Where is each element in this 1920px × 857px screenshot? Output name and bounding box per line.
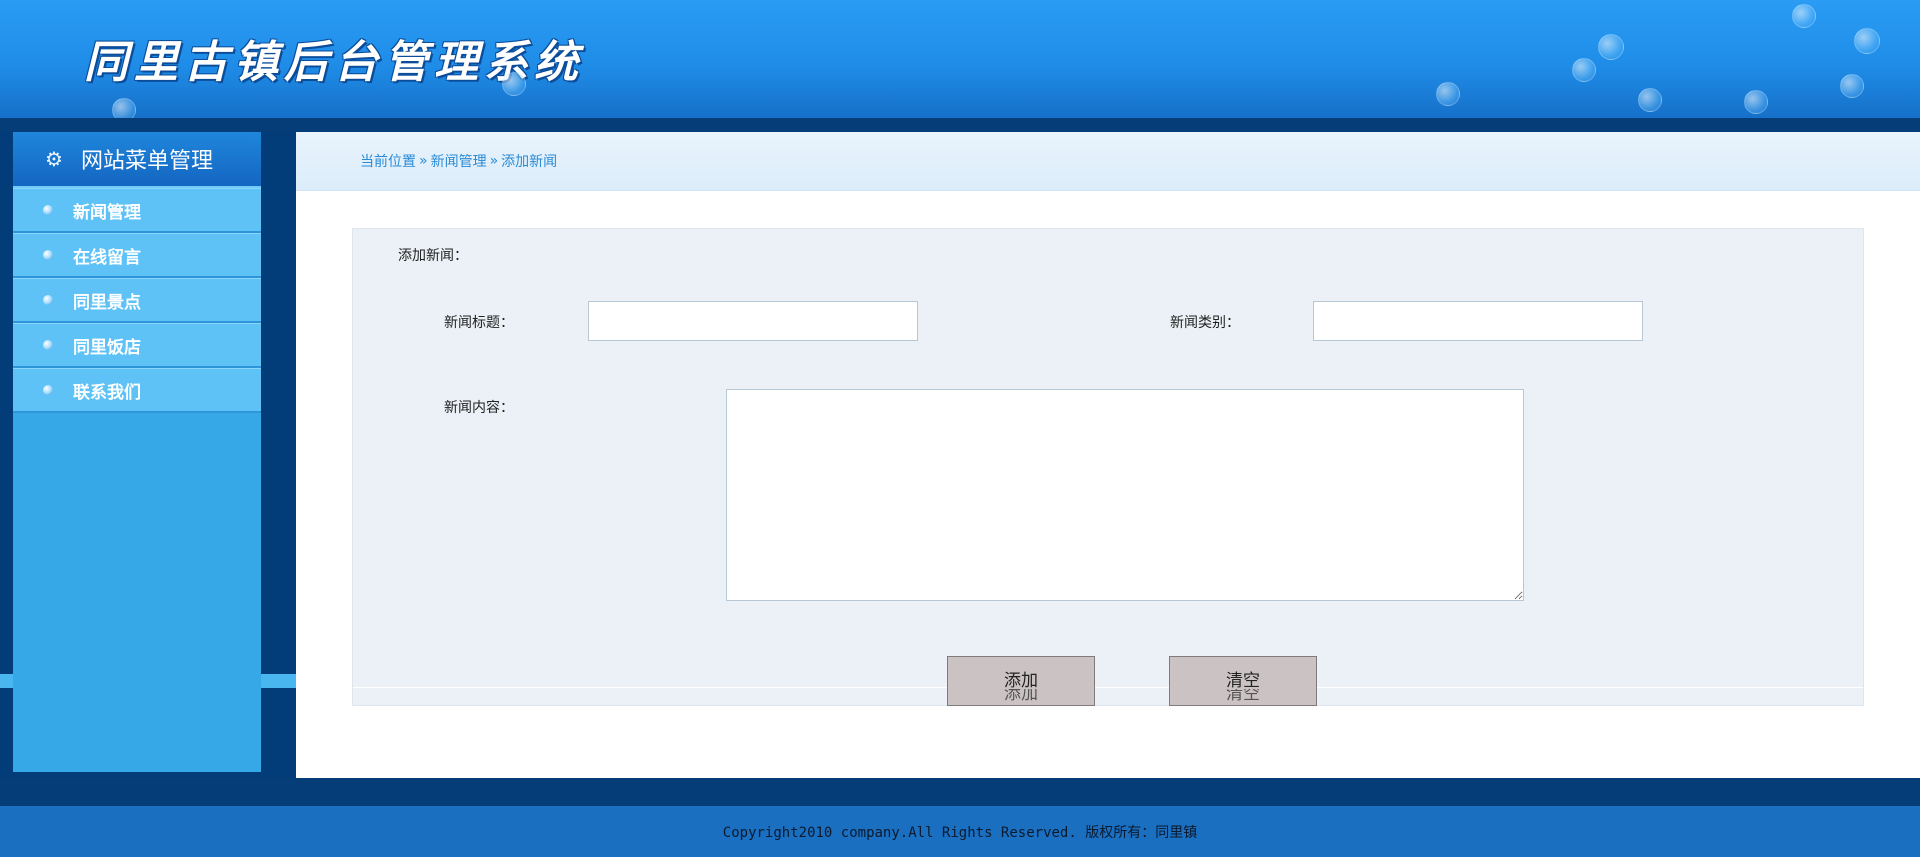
news-content-label: 新闻内容： xyxy=(444,400,514,416)
news-content-textarea[interactable] xyxy=(726,389,1524,601)
sidebar: ⚙ 网站菜单管理 新闻管理 在线留言 同里景点 同里饭店 联系我们 xyxy=(13,132,261,772)
decorative-bubble-icon xyxy=(1572,58,1596,82)
sphere-bullet-icon xyxy=(43,250,53,260)
breadcrumb-link-news-management[interactable]: 新闻管理 xyxy=(431,151,487,171)
sidebar-item-news-management[interactable]: 新闻管理 xyxy=(13,188,261,233)
sphere-bullet-icon xyxy=(43,340,53,350)
sidebar-item-label: 联系我们 xyxy=(73,382,141,403)
clear-button-label: 清空 xyxy=(1226,671,1260,691)
breadcrumb-current-location: 当前位置 xyxy=(360,154,416,170)
sidebar-item-tongli-attractions[interactable]: 同里景点 xyxy=(13,278,261,323)
decorative-bubble-icon xyxy=(1840,74,1864,98)
news-category-label: 新闻类别： xyxy=(1170,315,1240,331)
decorative-bubble-icon xyxy=(1598,34,1624,60)
header-divider xyxy=(0,118,1920,132)
news-category-input[interactable] xyxy=(1313,301,1643,341)
sphere-bullet-icon xyxy=(43,385,53,395)
news-title-label: 新闻标题： xyxy=(444,315,514,331)
sidebar-heading: ⚙ 网站菜单管理 xyxy=(13,132,261,188)
double-chevron-right-icon: » xyxy=(419,153,428,169)
decorative-bubble-icon xyxy=(1436,82,1460,106)
footer-copyright: Copyright2010 company.All Rights Reserve… xyxy=(722,824,1198,841)
decorative-bubble-icon xyxy=(502,72,526,96)
add-button[interactable]: 添加 添加 xyxy=(947,656,1095,706)
gear-icon: ⚙ xyxy=(45,147,63,171)
form-divider xyxy=(353,687,1863,688)
decorative-bubble-icon xyxy=(1744,90,1768,114)
decorative-bubble-icon xyxy=(112,98,136,118)
footer: Copyright2010 company.All Rights Reserve… xyxy=(0,806,1920,857)
sidebar-item-label: 新闻管理 xyxy=(73,202,141,223)
decorative-bubble-icon xyxy=(1638,88,1662,112)
decorative-bubble-icon xyxy=(1792,4,1816,28)
news-title-input[interactable] xyxy=(588,301,918,341)
sidebar-heading-label: 网站菜单管理 xyxy=(81,149,214,174)
header-banner: 同里古镇后台管理系统 xyxy=(0,0,1920,118)
breadcrumb: 当前位置 » 新闻管理 » 添加新闻 xyxy=(296,132,1920,191)
footer-divider xyxy=(0,778,1920,806)
clear-button[interactable]: 清空 清空 xyxy=(1169,656,1317,706)
breadcrumb-add-news: 添加新闻 xyxy=(501,154,558,170)
sphere-bullet-icon xyxy=(43,295,53,305)
sphere-bullet-icon xyxy=(43,205,53,215)
clear-button-shadow-label: 清空 xyxy=(1226,689,1260,704)
main-panel: 当前位置 » 新闻管理 » 添加新闻 添加新闻： 新闻标题： 新闻类别： 新闻内… xyxy=(296,132,1920,778)
sidebar-item-online-messages[interactable]: 在线留言 xyxy=(13,233,261,278)
sidebar-item-contact-us[interactable]: 联系我们 xyxy=(13,368,261,413)
sidebar-item-tongli-restaurants[interactable]: 同里饭店 xyxy=(13,323,261,368)
add-news-form: 添加新闻： 新闻标题： 新闻类别： 新闻内容： 添加 添加 清空 清空 xyxy=(352,228,1864,706)
sidebar-item-label: 在线留言 xyxy=(73,247,141,268)
decorative-bubble-icon xyxy=(1854,28,1880,54)
add-button-label: 添加 xyxy=(1004,671,1038,691)
sidebar-item-label: 同里饭店 xyxy=(73,337,141,358)
add-button-shadow-label: 添加 xyxy=(1004,689,1038,704)
double-chevron-right-icon: » xyxy=(489,153,499,169)
form-heading: 添加新闻： xyxy=(398,248,468,264)
sidebar-item-label: 同里景点 xyxy=(73,292,141,313)
